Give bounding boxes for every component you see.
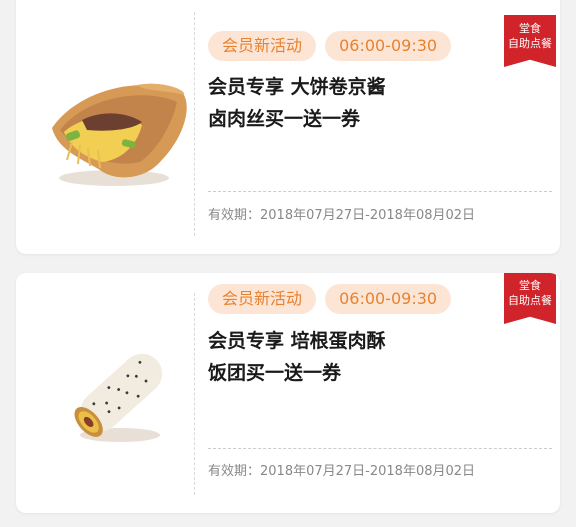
activity-tag: 会员新活动 [208,31,317,61]
coupon-title: 会员专享 大饼卷京酱 卤肉丝买一送一券 [208,71,508,135]
dine-in-ribbon: 堂食 自助点餐 [504,15,556,67]
coupon-title-line2: 卤肉丝买一送一券 [208,108,361,130]
validity-text: 有效期：2018年07月27日-2018年08月02日 [208,208,476,223]
coupon-title-line2: 饭团买一送一券 [208,362,342,384]
ribbon-line1: 堂食 [519,22,541,35]
coupon-card[interactable]: 会员新活动 06:00-09:30 堂食 自助点餐 会员专享 大饼卷京酱 卤肉丝… [16,0,560,254]
ribbon-line2: 自助点餐 [508,37,552,50]
coupon-title: 会员专享 培根蛋肉酥 饭团买一送一券 [208,325,508,389]
perforation-line [194,293,195,495]
coupon-card[interactable]: 会员新活动 06:00-09:30 堂食 自助点餐 会员专享 培根蛋肉酥 饭团买… [16,273,560,513]
coupon-title-line1: 会员专享 大饼卷京酱 [208,76,386,98]
time-tag: 06:00-09:30 [325,31,452,61]
wrap-food-image [52,83,187,186]
tag-group: 会员新活动 06:00-09:30 [208,31,455,61]
tag-group: 会员新活动 06:00-09:30 [208,284,455,314]
ribbon-line1: 堂食 [519,279,541,292]
activity-tag: 会员新活动 [208,284,317,314]
dine-in-ribbon: 堂食 自助点餐 [504,273,556,324]
ribbon-line2: 自助点餐 [508,294,552,307]
coupon-title-line1: 会员专享 培根蛋肉酥 [208,330,386,352]
perforation-line [194,12,195,236]
validity-text: 有效期：2018年07月27日-2018年08月02日 [208,464,476,479]
divider [208,448,552,449]
divider [208,191,552,192]
rice-roll-food-image [74,353,163,442]
time-tag: 06:00-09:30 [325,284,452,314]
